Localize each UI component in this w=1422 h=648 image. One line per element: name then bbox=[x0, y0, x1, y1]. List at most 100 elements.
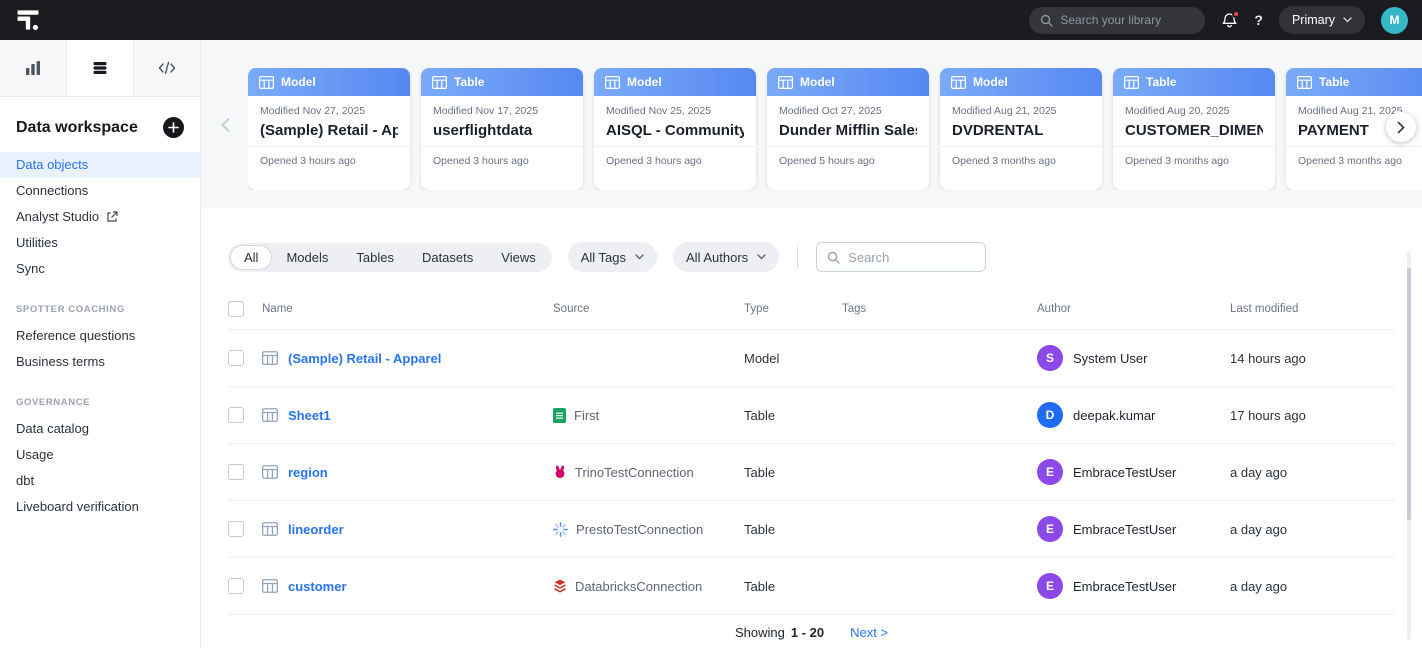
filter-segment-models[interactable]: Models bbox=[272, 245, 342, 270]
search-icon bbox=[1040, 14, 1053, 27]
last-modified: a day ago bbox=[1230, 522, 1395, 537]
sidebar-item-usage[interactable]: Usage bbox=[0, 442, 200, 468]
tab-data[interactable] bbox=[67, 40, 134, 96]
table-row[interactable]: region TrinoTestConnection Table E Embra… bbox=[228, 444, 1395, 501]
card-title: AISQL - Community bbox=[606, 122, 744, 139]
recent-objects-carousel: Model Modified Nov 27, 2025 (Sample) Ret… bbox=[248, 68, 1422, 190]
help-button[interactable]: ? bbox=[1254, 12, 1263, 28]
filter-segment-tables[interactable]: Tables bbox=[342, 245, 408, 270]
filter-segment-all[interactable]: All bbox=[230, 245, 272, 270]
table-row[interactable]: lineorder PrestoTestConnection Table E E… bbox=[228, 501, 1395, 558]
authors-filter-dropdown[interactable]: All Authors bbox=[673, 242, 779, 272]
object-type: Table bbox=[744, 465, 842, 480]
card-opened: Opened 5 hours ago bbox=[767, 146, 929, 175]
row-checkbox[interactable] bbox=[228, 578, 244, 594]
carousel-next-button[interactable] bbox=[1386, 112, 1416, 142]
sidebar-item-sync[interactable]: Sync bbox=[0, 256, 200, 282]
presto-icon bbox=[553, 522, 568, 537]
tags-filter-dropdown[interactable]: All Tags bbox=[568, 242, 657, 272]
object-type: Table bbox=[744, 579, 842, 594]
sidebar-item-reference-questions[interactable]: Reference questions bbox=[0, 323, 200, 349]
recent-object-card[interactable]: Model Modified Nov 27, 2025 (Sample) Ret… bbox=[248, 68, 410, 190]
chevron-left-icon bbox=[221, 118, 230, 132]
card-type-label: Table bbox=[1319, 75, 1349, 89]
card-modified: Modified Nov 17, 2025 bbox=[433, 105, 571, 117]
sidebar-item-liveboard-verification[interactable]: Liveboard verification bbox=[0, 494, 200, 520]
sidebar-item-label: Liveboard verification bbox=[16, 500, 139, 514]
sidebar-item-data-objects[interactable]: Data objects bbox=[0, 152, 200, 178]
table-row[interactable]: customer DatabricksConnection Table E Em… bbox=[228, 558, 1395, 615]
divider bbox=[797, 246, 798, 268]
list-search[interactable] bbox=[816, 242, 986, 272]
object-name-link[interactable]: region bbox=[288, 465, 328, 480]
recent-object-card[interactable]: Model Modified Nov 25, 2025 AISQL - Comm… bbox=[594, 68, 756, 190]
tab-code[interactable] bbox=[134, 40, 200, 96]
sidebar-item-label: Analyst Studio bbox=[16, 210, 99, 224]
org-switcher-button[interactable]: Primary bbox=[1279, 6, 1365, 34]
recent-object-card[interactable]: Table Modified Aug 20, 2025 CUSTOMER_DIM… bbox=[1113, 68, 1275, 190]
user-avatar[interactable]: M bbox=[1381, 7, 1408, 34]
sidebar-tabstrip bbox=[0, 40, 200, 97]
object-name-link[interactable]: (Sample) Retail - Apparel bbox=[288, 351, 441, 366]
table-icon bbox=[432, 76, 447, 89]
row-checkbox[interactable] bbox=[228, 464, 244, 480]
database-icon bbox=[92, 60, 108, 76]
author-name: System User bbox=[1073, 351, 1147, 366]
next-page-link[interactable]: Next > bbox=[850, 625, 888, 640]
object-type: Table bbox=[744, 522, 842, 537]
thoughtspot-logo[interactable] bbox=[14, 6, 48, 34]
showing-label: Showing bbox=[735, 625, 785, 640]
card-opened: Opened 3 months ago bbox=[1113, 146, 1275, 175]
card-title: DVDRENTAL bbox=[952, 122, 1090, 139]
table-icon bbox=[262, 408, 278, 422]
source-name: TrinoTestConnection bbox=[575, 465, 694, 480]
tab-insights[interactable] bbox=[0, 40, 67, 96]
card-header: Model bbox=[248, 68, 410, 96]
recent-object-card[interactable]: Model Modified Oct 27, 2025 Dunder Miffl… bbox=[767, 68, 929, 190]
table-icon bbox=[1124, 76, 1139, 89]
card-opened: Opened 3 hours ago bbox=[421, 146, 583, 175]
list-search-input[interactable] bbox=[848, 250, 975, 265]
library-search[interactable] bbox=[1029, 7, 1205, 34]
row-checkbox[interactable] bbox=[228, 350, 244, 366]
select-all-checkbox[interactable] bbox=[228, 301, 244, 317]
external-link-icon bbox=[106, 211, 118, 223]
showing-range: 1 - 20 bbox=[791, 625, 824, 640]
card-opened: Opened 3 hours ago bbox=[594, 146, 756, 175]
object-name-link[interactable]: Sheet1 bbox=[288, 408, 331, 423]
last-modified: 17 hours ago bbox=[1230, 408, 1395, 423]
sidebar-section-label: GOVERNANCE bbox=[0, 375, 200, 416]
sidebar-item-connections[interactable]: Connections bbox=[0, 178, 200, 204]
sidebar-item-dbt[interactable]: dbt bbox=[0, 468, 200, 494]
notifications-button[interactable] bbox=[1221, 12, 1238, 29]
card-modified: Modified Aug 20, 2025 bbox=[1125, 105, 1263, 117]
filter-segment-views[interactable]: Views bbox=[487, 245, 549, 270]
table-row[interactable]: (Sample) Retail - Apparel Model S System… bbox=[228, 330, 1395, 387]
recent-object-card[interactable]: Table Modified Nov 17, 2025 userflightda… bbox=[421, 68, 583, 190]
sidebar-item-utilities[interactable]: Utilities bbox=[0, 230, 200, 256]
sidebar-item-data-catalog[interactable]: Data catalog bbox=[0, 416, 200, 442]
last-modified: 14 hours ago bbox=[1230, 351, 1395, 366]
column-header-tags: Tags bbox=[842, 303, 1037, 315]
table-row[interactable]: Sheet1 First Table D deepak.kumar 17 hou… bbox=[228, 387, 1395, 444]
sidebar-item-analyst-studio[interactable]: Analyst Studio bbox=[0, 204, 200, 230]
table-icon bbox=[605, 76, 620, 89]
row-checkbox[interactable] bbox=[228, 407, 244, 423]
sidebar-item-label: Connections bbox=[16, 184, 88, 198]
sidebar-item-business-terms[interactable]: Business terms bbox=[0, 349, 200, 375]
last-modified: a day ago bbox=[1230, 465, 1395, 480]
objects-panel: AllModelsTablesDatasetsViews All Tags Al… bbox=[201, 208, 1422, 648]
card-header: Table bbox=[1113, 68, 1275, 96]
sidebar-item-label: Usage bbox=[16, 448, 54, 462]
object-name-link[interactable]: customer bbox=[288, 579, 347, 594]
add-button[interactable] bbox=[163, 117, 184, 138]
row-checkbox[interactable] bbox=[228, 521, 244, 537]
carousel-prev-button[interactable] bbox=[221, 118, 230, 132]
recent-object-card[interactable]: Model Modified Aug 21, 2025 DVDRENTAL Op… bbox=[940, 68, 1102, 190]
scrollbar-thumb[interactable] bbox=[1407, 268, 1411, 520]
sidebar-item-label: Reference questions bbox=[16, 329, 135, 343]
library-search-input[interactable] bbox=[1060, 13, 1194, 27]
filter-segment-datasets[interactable]: Datasets bbox=[408, 245, 487, 270]
object-name-link[interactable]: lineorder bbox=[288, 522, 344, 537]
card-opened: Opened 3 months ago bbox=[1286, 146, 1422, 175]
